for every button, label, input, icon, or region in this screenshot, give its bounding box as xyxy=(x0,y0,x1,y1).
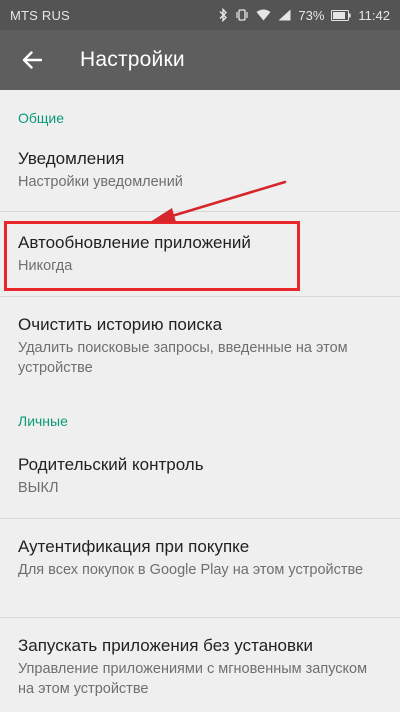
divider xyxy=(0,296,400,297)
status-bar: MTS RUS 73% 11:42 xyxy=(0,0,400,30)
status-icons: 73% 11:42 xyxy=(218,8,390,23)
setting-title: Очистить историю поиска xyxy=(18,315,223,334)
setting-title: Уведомления xyxy=(18,149,125,168)
section-header-general: Общие xyxy=(18,110,65,126)
setting-title: Аутентификация при покупке xyxy=(18,537,250,556)
back-button[interactable] xyxy=(0,30,64,90)
setting-purchase-authentication[interactable]: Аутентификация при покупке Для всех поку… xyxy=(0,536,400,580)
battery-percent: 73% xyxy=(298,7,325,23)
carrier-name: MTS RUS xyxy=(10,7,70,23)
setting-subtitle: Управление приложениями с мгновенным зап… xyxy=(18,661,368,697)
setting-clear-search-history[interactable]: Очистить историю поиска Удалить поисковы… xyxy=(0,314,400,378)
section-header-personal: Личные xyxy=(18,413,68,429)
setting-notifications[interactable]: Уведомления Настройки уведомлений xyxy=(0,148,400,192)
setting-subtitle: Настройки уведомлений xyxy=(18,174,183,190)
arrow-left-icon xyxy=(22,51,42,69)
setting-subtitle: Удалить поисковые запросы, введенные на … xyxy=(18,340,348,376)
vibrate-icon xyxy=(235,8,249,22)
setting-title: Запускать приложения без установки xyxy=(18,636,313,655)
divider xyxy=(0,617,400,618)
page-title: Настройки xyxy=(80,48,185,71)
divider xyxy=(0,518,400,519)
highlight-box xyxy=(4,221,300,291)
clock: 11:42 xyxy=(358,7,390,23)
setting-title: Родительский контроль xyxy=(18,455,204,474)
setting-parental-control[interactable]: Родительский контроль ВЫКЛ xyxy=(0,454,400,498)
setting-subtitle: Для всех покупок в Google Play на этом у… xyxy=(18,562,364,578)
wifi-icon xyxy=(256,9,271,21)
app-toolbar: Настройки xyxy=(0,30,400,90)
signal-icon xyxy=(278,9,291,21)
setting-instant-apps[interactable]: Запускать приложения без установки Управ… xyxy=(0,635,400,699)
settings-list: Общие Уведомления Настройки уведомлений … xyxy=(0,90,400,712)
divider xyxy=(0,211,400,212)
battery-icon xyxy=(331,9,352,21)
bluetooth-icon xyxy=(218,8,228,22)
setting-subtitle: ВЫКЛ xyxy=(18,480,59,496)
